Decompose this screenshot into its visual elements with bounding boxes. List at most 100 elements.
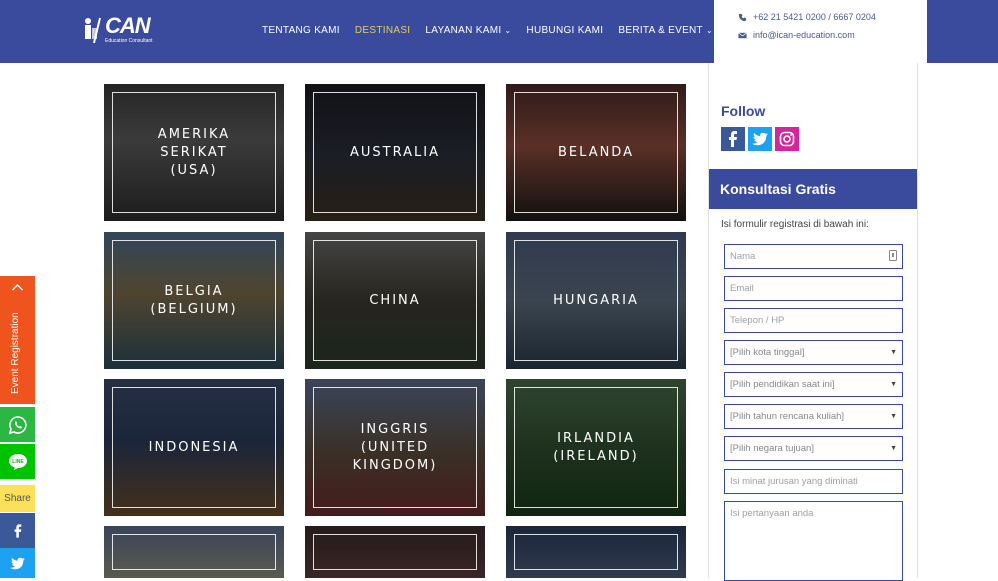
form-intro: Isi formulir registrasi di bawah ini: — [721, 219, 869, 230]
tile-frame: AMERIKA SERIKAT (USA) — [112, 92, 276, 213]
destination-label: IRLANDIA (IRELAND) — [553, 430, 639, 464]
facebook-icon[interactable] — [721, 127, 745, 151]
form-field-4[interactable]: [Pilih kota tinggal] ▼ — [724, 340, 903, 365]
destination-tile[interactable]: BELANDA — [506, 84, 686, 221]
chevron-down-icon: ⌄ — [705, 25, 713, 35]
field-placeholder: Telepon / HP — [730, 315, 785, 326]
share-twitter-button[interactable] — [0, 548, 35, 578]
nav-item-layanan-kami[interactable]: LAYANAN KAMI ⌄ — [425, 25, 511, 36]
chevron-down-icon: ⌄ — [504, 25, 512, 35]
event-registration-label: Event Registration — [10, 312, 21, 394]
phone-text: +62 21 5421 0200 / 6667 0204 — [753, 12, 876, 22]
nav-item-hubungi-kami[interactable]: HUBUNGI KAMI — [526, 25, 603, 36]
caret-down-icon: ▼ — [890, 413, 897, 420]
destination-label: CHINA — [369, 292, 421, 308]
nav-item-tentang-kami[interactable]: TENTANG KAMI — [262, 25, 340, 36]
tile-frame — [112, 534, 276, 570]
tile-frame: CHINA — [313, 240, 477, 361]
social-links — [721, 127, 799, 151]
destination-label: INGGRIS (UNITED KINGDOM) — [352, 421, 438, 473]
destination-label: AUSTRALIA — [350, 144, 440, 160]
mail-icon — [738, 32, 747, 38]
twitter-icon — [10, 557, 25, 569]
destination-tile[interactable]: BELGIA (BELGIUM) — [104, 232, 284, 369]
line-button[interactable]: LINE — [0, 444, 35, 479]
form-field-2[interactable]: Email — [724, 276, 903, 301]
email-text: info@ican-education.com — [753, 30, 855, 40]
destination-label: HUNGARIA — [553, 292, 639, 308]
caret-down-icon: ▼ — [890, 445, 897, 452]
caret-down-icon: ▼ — [890, 381, 897, 388]
instagram-icon[interactable] — [775, 127, 799, 151]
autofill-key-icon[interactable] — [889, 249, 897, 264]
destination-tile[interactable]: AMERIKA SERIKAT (USA) — [104, 84, 284, 221]
field-placeholder: Isi minat jurusan yang diminati — [730, 476, 858, 487]
facebook-icon — [14, 523, 21, 538]
form-field-3[interactable]: Telepon / HP — [724, 308, 903, 333]
contact-box: +62 21 5421 0200 / 6667 0204 info@ican-e… — [714, 0, 927, 63]
destination-tile[interactable]: INDONESIA — [104, 379, 284, 516]
share-label: Share — [0, 485, 35, 512]
form-field-7[interactable]: [Pilih negara tujuan] ▼ — [724, 436, 903, 461]
tile-frame: IRLANDIA (IRELAND) — [514, 387, 678, 508]
chevron-up-icon — [11, 283, 24, 291]
tile-frame: INGGRIS (UNITED KINGDOM) — [313, 387, 477, 508]
field-placeholder: Nama — [730, 251, 756, 262]
line-icon: LINE — [8, 453, 27, 470]
nav-item-label: LAYANAN KAMI — [425, 24, 502, 36]
email-line[interactable]: info@ican-education.com — [738, 30, 855, 40]
destination-tile[interactable]: HUNGARIA — [506, 232, 686, 369]
nav-item-label: DESTINASI — [354, 24, 411, 36]
site-header: CAN Education Consultant TENTANG KAMI DES… — [0, 0, 998, 63]
nav-item-berita-event[interactable]: BERITA & EVENT ⌄ — [618, 25, 713, 36]
form-field-6[interactable]: [Pilih tahun rencana kuliah] ▼ — [724, 404, 903, 429]
nav-item-label: BERITA & EVENT — [618, 24, 703, 36]
follow-title: Follow — [721, 103, 766, 119]
main-nav: TENTANG KAMI DESTINASI LAYANAN KAMI ⌄ HUBUNG… — [262, 22, 739, 38]
destination-tile[interactable] — [506, 526, 686, 578]
tile-frame: BELANDA — [514, 92, 678, 213]
destination-tile[interactable] — [104, 526, 284, 578]
whatsapp-icon — [8, 415, 27, 434]
destination-tile[interactable]: IRLANDIA (IRELAND) — [506, 379, 686, 516]
destination-tile[interactable]: AUSTRALIA — [305, 84, 485, 221]
sidebar: Follow Konsultasi Gratis Isi formulir re… — [708, 63, 918, 581]
destination-label: INDONESIA — [148, 439, 240, 455]
nav-item-label: TENTANG KAMI — [262, 24, 340, 36]
konsultasi-title: Konsultasi Gratis — [709, 169, 917, 209]
tile-frame: INDONESIA — [112, 387, 276, 508]
field-placeholder: [Pilih tahun rencana kuliah] — [730, 411, 845, 422]
field-placeholder: Isi pertanyaan anda — [730, 508, 814, 519]
form-field-8[interactable]: Isi minat jurusan yang diminati — [724, 469, 903, 494]
ican-logo[interactable]: CAN Education Consultant — [82, 14, 166, 46]
phone-icon — [738, 13, 747, 21]
tile-frame — [313, 534, 477, 570]
tile-frame: HUNGARIA — [514, 240, 678, 361]
twitter-icon[interactable] — [748, 127, 772, 151]
caret-down-icon: ▼ — [890, 349, 897, 356]
destination-tile[interactable] — [305, 526, 485, 578]
form-field-1[interactable]: Nama — [724, 244, 903, 269]
whatsapp-button[interactable] — [0, 407, 35, 442]
logo-text: CAN — [105, 13, 151, 38]
destination-label: BELANDA — [558, 144, 634, 160]
share-facebook-button[interactable] — [0, 513, 35, 548]
form-field-5[interactable]: [Pilih pendidikan saat ini] ▼ — [724, 372, 903, 397]
phone-line[interactable]: +62 21 5421 0200 / 6667 0204 — [738, 12, 876, 22]
field-placeholder: [Pilih negara tujuan] — [730, 443, 814, 454]
logo-subtitle: Education Consultant — [105, 38, 153, 44]
tile-frame: BELGIA (BELGIUM) — [112, 240, 276, 361]
destination-tile[interactable]: CHINA — [305, 232, 485, 369]
field-placeholder: [Pilih kota tinggal] — [730, 347, 805, 358]
form-field-9[interactable]: Isi pertanyaan anda — [724, 501, 903, 581]
field-placeholder: Email — [730, 283, 754, 294]
svg-text:LINE: LINE — [12, 459, 24, 465]
destination-label: BELGIA (BELGIUM) — [150, 283, 238, 317]
destination-tile[interactable]: INGGRIS (UNITED KINGDOM) — [305, 379, 485, 516]
event-registration-tab[interactable]: Event Registration — [0, 276, 35, 404]
tile-frame — [514, 534, 678, 570]
logo-figure-icon — [85, 17, 101, 44]
nav-item-label: HUBUNGI KAMI — [526, 24, 604, 36]
destination-label: AMERIKA SERIKAT (USA) — [157, 126, 231, 178]
nav-item-destinasi[interactable]: DESTINASI — [355, 25, 411, 36]
